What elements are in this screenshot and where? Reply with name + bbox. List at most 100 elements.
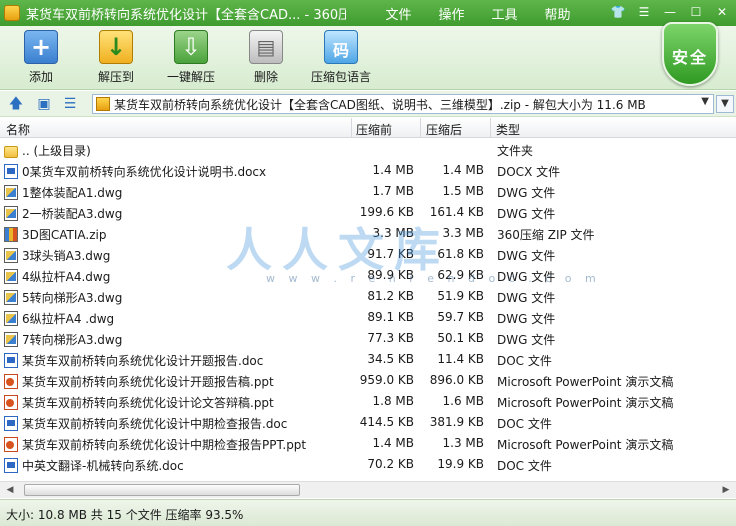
file-list: .. (上级目录) 文件夹 0某货车双前桥转向系统优化设计说明书.docx 1.4 M… [0, 139, 736, 481]
column-type[interactable]: 类型 [496, 121, 520, 138]
extract-to-button[interactable]: 解压到 [81, 30, 151, 85]
file-row[interactable]: 3D图CATIA.zip 3.3 MB 3.3 MB 360压缩 ZIP 文件 [0, 223, 736, 244]
file-packed-size: 1.8 MB [372, 394, 414, 408]
file-row[interactable]: 2一桥装配A3.dwg 199.6 KB 161.4 KB DWG 文件 [0, 202, 736, 223]
file-row[interactable]: 7转向梯形A3.dwg 77.3 KB 50.1 KB DWG 文件 [0, 328, 736, 349]
close-button[interactable]: ✕ [712, 3, 732, 21]
file-row[interactable]: 某货车双前桥转向系统优化设计开题报告.doc 34.5 KB 11.4 KB DOC … [0, 349, 736, 370]
scroll-right-icon[interactable]: ▶ [719, 484, 733, 496]
file-row[interactable]: 4纵拉杆A4.dwg 89.9 KB 62.9 KB DWG 文件 [0, 265, 736, 286]
file-name-cell: 2一桥装配A3.dwg [4, 205, 348, 222]
archive-icon [96, 97, 110, 111]
file-unpacked-size: 161.4 KB [429, 205, 484, 219]
horizontal-scrollbar[interactable]: ◀ ▶ [0, 481, 736, 498]
column-separator[interactable] [490, 118, 491, 138]
address-history-button[interactable]: ▼ [716, 95, 734, 113]
ppt-file-icon [4, 395, 18, 410]
one-click-extract-button[interactable]: 一键解压 [156, 30, 226, 85]
file-row[interactable]: 中英文翻译-机械转向系统.doc 70.2 KB 19.9 KB DOC 文件 [0, 454, 736, 475]
file-packed-size: 199.6 KB [359, 205, 414, 219]
file-name-cell: 7转向梯形A3.dwg [4, 331, 348, 348]
up-arrow-icon[interactable]: 🡅 [8, 96, 24, 112]
archive-language-button[interactable]: 压缩包语言 [306, 30, 376, 85]
add-button-label: 添加 [28, 70, 53, 84]
file-packed-size: 3.3 MB [372, 226, 414, 240]
scroll-left-icon[interactable]: ◀ [3, 484, 17, 496]
file-type: Microsoft PowerPoint 演示文稿 [497, 375, 674, 389]
maximize-button[interactable]: ☐ [686, 3, 706, 21]
view-mode-icon[interactable]: ▣ [36, 96, 52, 112]
file-unpacked-size: 11.4 KB [437, 352, 484, 366]
file-row[interactable]: 某货车双前桥转向系统优化设计开题报告稿.ppt 959.0 KB 896.0 KB M… [0, 370, 736, 391]
file-row[interactable]: 6纵拉杆A4 .dwg 89.1 KB 59.7 KB DWG 文件 [0, 307, 736, 328]
menu-help[interactable]: 帮助 [531, 4, 584, 23]
window-title: 某货车双前桥转向系统优化设计【全套含CAD... - 360压缩 [26, 7, 346, 23]
file-name-cell: 6纵拉杆A4 .dwg [4, 310, 348, 327]
file-packed-size: 89.1 KB [367, 310, 414, 324]
file-row[interactable]: 0某货车双前桥转向系统优化设计说明书.docx 1.4 MB 1.4 MB DOCX … [0, 160, 736, 181]
column-separator[interactable] [351, 118, 352, 138]
file-name: 7转向梯形A3.dwg [22, 333, 123, 347]
list-view-icon[interactable]: ☰ [62, 96, 78, 112]
file-name-cell: 某货车双前桥转向系统优化设计开题报告稿.ppt [4, 373, 348, 390]
delete-button[interactable]: 删除 [231, 30, 301, 85]
one-click-extract-icon [174, 30, 208, 64]
file-row[interactable]: 3球头销A3.dwg 91.7 KB 61.8 KB DWG 文件 [0, 244, 736, 265]
address-dropdown-icon[interactable]: ▼ [701, 96, 709, 107]
column-unpacked[interactable]: 压缩后 [426, 121, 462, 138]
file-name: 某货车双前桥转向系统优化设计论文答辩稿.ppt [22, 396, 274, 410]
ppt-file-icon [4, 437, 18, 452]
file-packed-size: 34.5 KB [367, 352, 414, 366]
file-name-cell: 3球头销A3.dwg [4, 247, 348, 264]
file-row[interactable]: 某货车双前桥转向系统优化设计中期检查报告.doc 414.5 KB 381.9 KB… [0, 412, 736, 433]
file-packed-size: 89.9 KB [367, 268, 414, 282]
file-row[interactable]: 某货车双前桥转向系统优化设计论文答辩稿.ppt 1.8 MB 1.6 MB Micro… [0, 391, 736, 412]
file-type: DWG 文件 [497, 207, 556, 221]
column-separator[interactable] [420, 118, 421, 138]
skin-icon[interactable]: 👕 [608, 3, 628, 21]
file-type: DWG 文件 [497, 333, 556, 347]
file-name: 3D图CATIA.zip [22, 228, 107, 242]
file-type: DWG 文件 [497, 249, 556, 263]
dwg-file-icon [4, 311, 18, 326]
file-name-cell: 某货车双前桥转向系统优化设计中期检查报告.doc [4, 415, 348, 432]
status-bar: 大小: 10.8 MB 共 15 个文件 压缩率 93.5% [0, 499, 736, 526]
dwg-file-icon [4, 248, 18, 263]
file-row[interactable]: 5转向梯形A3.dwg 81.2 KB 51.9 KB DWG 文件 [0, 286, 736, 307]
file-type: 文件夹 [497, 144, 534, 158]
column-name[interactable]: 名称 [6, 121, 30, 138]
file-unpacked-size: 1.5 MB [442, 184, 484, 198]
column-packed[interactable]: 压缩前 [356, 121, 392, 138]
file-name-cell: 3D图CATIA.zip [4, 226, 348, 243]
file-packed-size: 1.4 MB [372, 163, 414, 177]
file-name-cell: 1整体装配A1.dwg [4, 184, 348, 201]
minimize-button[interactable]: — [660, 3, 680, 21]
file-type: Microsoft PowerPoint 演示文稿 [497, 438, 674, 452]
dwg-file-icon [4, 206, 18, 221]
main-menu-icon[interactable]: ☰ [634, 3, 654, 21]
file-row[interactable]: 1整体装配A1.dwg 1.7 MB 1.5 MB DWG 文件 [0, 181, 736, 202]
menu-operation[interactable]: 操作 [425, 4, 478, 23]
address-bar[interactable]: 某货车双前桥转向系统优化设计【全套含CAD图纸、说明书、三维模型】.zip - … [92, 94, 714, 114]
file-name: 3球头销A3.dwg [22, 249, 111, 263]
file-type: DWG 文件 [497, 186, 556, 200]
add-button[interactable]: 添加 [6, 30, 76, 85]
file-type: DOC 文件 [497, 354, 552, 368]
delete-label: 删除 [253, 70, 278, 84]
file-packed-size: 91.7 KB [367, 247, 414, 261]
file-name-cell: 4纵拉杆A4.dwg [4, 268, 348, 285]
scrollbar-thumb[interactable] [24, 484, 300, 496]
file-packed-size: 414.5 KB [359, 415, 414, 429]
file-name-cell: .. (上级目录) [4, 142, 348, 159]
security-shield-badge[interactable]: 安全 [662, 22, 718, 86]
dwg-file-icon [4, 185, 18, 200]
menu-file[interactable]: 文件 [372, 4, 425, 23]
doc-file-icon [4, 164, 18, 179]
file-row[interactable]: 某货车双前桥转向系统优化设计中期检查报告PPT.ppt 1.4 MB 1.3 MB M… [0, 433, 736, 454]
delete-bin-icon [249, 30, 283, 64]
menu-tools[interactable]: 工具 [478, 4, 531, 23]
file-unpacked-size: 1.3 MB [442, 436, 484, 450]
file-row[interactable]: .. (上级目录) 文件夹 [0, 139, 736, 160]
file-unpacked-size: 61.8 KB [437, 247, 484, 261]
dwg-file-icon [4, 269, 18, 284]
